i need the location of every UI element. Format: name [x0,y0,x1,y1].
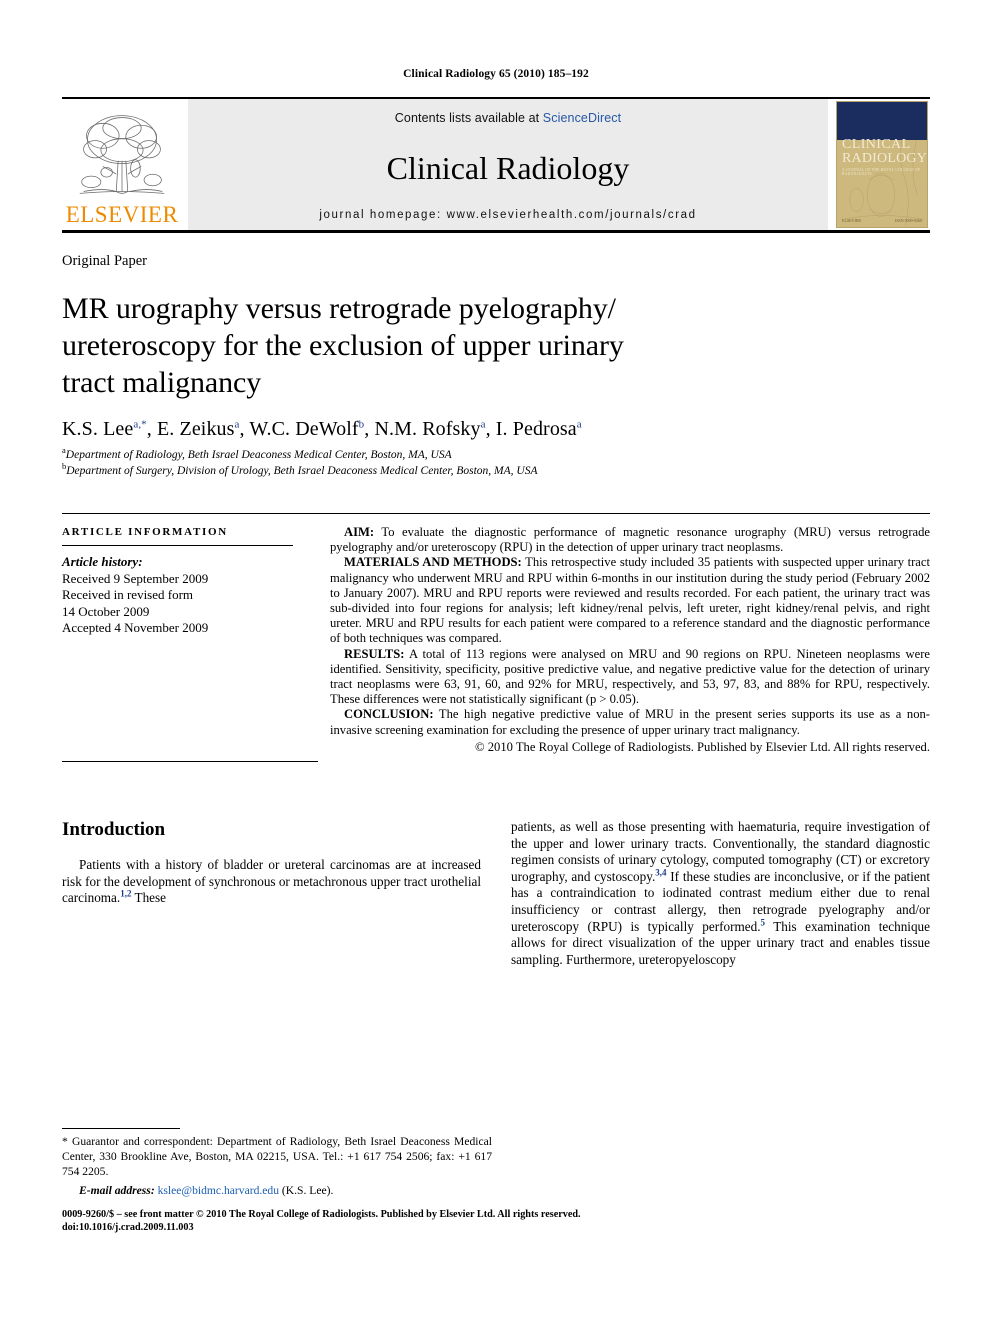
abstract-aim-label: AIM: [344,525,375,539]
author-mark: b [358,418,365,431]
elsevier-tree-icon [79,115,165,194]
journal-homepage-link[interactable]: journal homepage: www.elsevierhealth.com… [319,209,696,221]
elsevier-wordmark: ELSEVIER [65,202,179,227]
author-mark: a,* [133,418,147,431]
section-heading-introduction: Introduction [62,819,166,841]
abstract-copyright: © 2010 The Royal College of Radiologists… [475,739,930,754]
elsevier-logo: ELSEVIER [62,99,182,230]
abstract-conclusion: CONCLUSION: The high negative predictive… [330,707,930,737]
cover-footer-right: ISSN 0009-9260 [894,218,922,223]
author-entry[interactable]: I. Pedrosaa [496,418,582,440]
journal-cover-thumbnail: CLINICAL RADIOLOGY A JOURNAL OF THE ROYA… [834,99,930,230]
author-entry[interactable]: N.M. Rofskya [374,418,485,440]
contents-available-line: Contents lists available at ScienceDirec… [395,111,621,125]
author-mark: a [576,418,582,431]
column-right: patients, as well as those presenting wi… [511,819,930,968]
citation-ref[interactable]: 3,4 [655,867,666,877]
footnote-divider [62,1128,180,1129]
affiliation-list: aDepartment of Radiology, Beth Israel De… [62,446,930,480]
footnote-guarantor-text: * Guarantor and correspondent: Departmen… [62,1135,492,1178]
column-left: Introduction Patients with a history of … [62,819,481,968]
article-history: Article history: Received 9 September 20… [62,554,297,637]
article-information-divider [62,545,293,546]
citation-ref[interactable]: 1,2 [120,889,131,899]
correspondence-footnote: * Guarantor and correspondent: Departmen… [62,1128,492,1199]
article-information-heading: ARTICLE INFORMATION [62,526,228,538]
intro-paragraph-right: patients, as well as those presenting wi… [511,819,930,968]
journal-masthead: ELSEVIER Contents lists available at Sci… [62,97,930,233]
sciencedirect-link[interactable]: ScienceDirect [543,111,621,125]
footnote-email-suffix: (K.S. Lee). [279,1184,334,1198]
intro-paragraph-left: Patients with a history of bladder or ur… [62,857,481,907]
article-history-line: 14 October 2009 [62,603,150,619]
page-footer: 0009-9260/$ – see front matter © 2010 Th… [62,1208,930,1234]
article-history-line: Accepted 4 November 2009 [62,620,209,635]
contents-prefix: Contents lists available at [394,111,543,125]
abstract-conclusion-label: CONCLUSION: [344,707,434,722]
footnote-email-line: E-mail address: kslee@bidmc.harvard.edu … [62,1184,492,1199]
author-entry[interactable]: W.C. DeWolfb [249,418,364,440]
author-name: I. Pedrosa [495,418,577,440]
author-name: K.S. Lee [62,418,134,440]
affiliation-item: bDepartment of Surgery, Division of Urol… [62,461,930,480]
cover-navy-band [837,102,927,140]
footer-doi-line[interactable]: doi:10.1016/j.crad.2009.11.003 [62,1221,930,1234]
abstract-results-label: RESULTS: [344,646,405,661]
affiliation-item: aDepartment of Radiology, Beth Israel De… [62,446,930,464]
article-history-line: Received 9 September 2009 [62,570,209,586]
running-head: Clinical Radiology 65 (2010) 185–192 [403,68,589,80]
article-information-panel: ARTICLE INFORMATION Article history: Rec… [62,514,318,756]
cover-subtitle: A JOURNAL OF THE ROYAL COLLEGE OF RADIOL… [842,168,921,176]
abstract-body: AIM: To evaluate the diagnostic performa… [318,514,930,755]
article-type-label: Original Paper [62,253,147,269]
abstract-results: RESULTS: A total of 113 regions were ana… [330,647,930,708]
intro-left-text-b: These [131,890,167,906]
email-link[interactable]: kslee@bidmc.harvard.edu [158,1184,279,1197]
cover-title-line1: CLINICAL [842,137,911,152]
cover-title: CLINICAL RADIOLOGY [842,137,928,166]
abstract-results-text: A total of 113 regions were analysed on … [330,646,930,707]
article-page: Clinical Radiology 65 (2010) 185–192 ELS… [0,0,992,1323]
abstract-section: ARTICLE INFORMATION Article history: Rec… [62,513,930,756]
author-name: N.M. Rofsky [374,418,481,440]
cover-footer-left: ELSEVIER [842,218,861,223]
author-mark: a [480,418,486,431]
abstract-methods-label: MATERIALS AND METHODS: [344,555,522,570]
article-information-bottom-divider [62,761,318,763]
cover-title-line2: RADIOLOGY [842,151,928,166]
cover-footer: ELSEVIER ISSN 0009-9260 [842,218,922,223]
abstract-methods: MATERIALS AND METHODS: This retrospectiv… [330,555,930,646]
affiliation-text: Department of Radiology, Beth Israel Dea… [65,449,452,461]
footer-issn-line: 0009-9260/$ – see front matter © 2010 Th… [62,1209,581,1220]
author-entry[interactable]: E. Zeikusa [157,418,240,440]
author-name: W.C. DeWolf [249,418,359,440]
affiliation-text: Department of Surgery, Division of Urolo… [66,464,538,477]
footnote-email-label: E-mail address: [79,1184,155,1198]
article-history-line: Received in revised form [62,587,194,602]
author-name: E. Zeikus [156,418,235,440]
page-title: MR urography versus retrograde pyelograp… [62,292,624,399]
abstract-aim-text: To evaluate the diagnostic performance o… [330,525,930,555]
author-list: K.S. Leea,*, E. Zeikusa, W.C. DeWolfb, N… [62,418,582,440]
abstract-aim: AIM: To evaluate the diagnostic performa… [330,525,930,555]
article-history-label: Article history: [62,554,143,569]
journal-title: Clinical Radiology [386,150,630,186]
author-mark: a [234,418,240,431]
author-entry[interactable]: K.S. Leea,* [62,418,147,440]
body-columns: Introduction Patients with a history of … [62,819,930,968]
masthead-center: Contents lists available at ScienceDirec… [188,99,828,230]
